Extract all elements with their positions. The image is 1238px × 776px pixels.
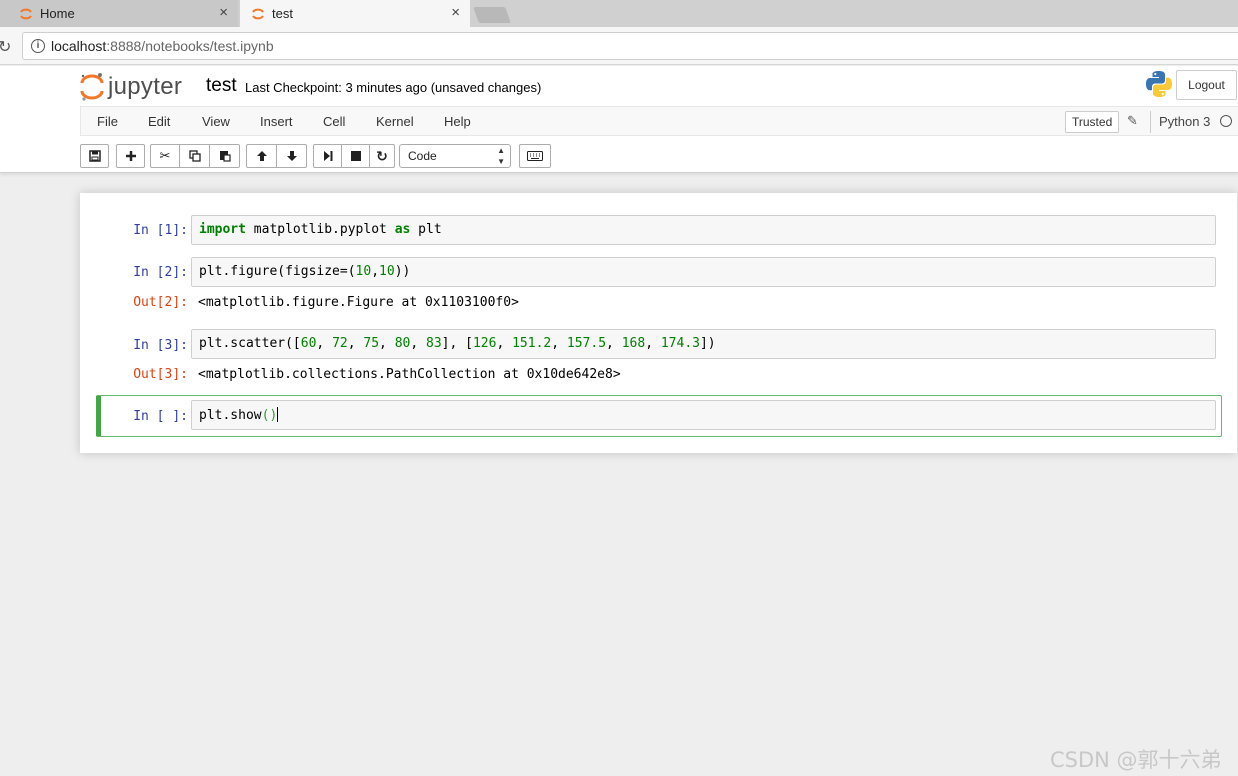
menu-view[interactable]: View [202,114,230,129]
tab-home[interactable]: Home × [0,0,238,27]
stop-icon [350,151,361,161]
cell-1-input-prompt: In [1]: [133,223,188,238]
paste-button[interactable] [209,144,240,168]
notebook-container: In [1]: import matplotlib.pyplot as plt … [80,193,1237,453]
tab-home-label: Home [40,6,75,21]
cell-2-output-prompt: Out[2]: [133,295,188,310]
arrow-down-icon [286,151,297,161]
keyword-as: as [394,222,411,237]
cut-icon: ✂ [159,148,171,163]
jupyter-favicon-icon [20,8,32,19]
number: 126 [472,336,497,351]
tab-home-close-icon[interactable]: × [219,4,228,21]
cell-type-select[interactable]: Code ▲ ▼ [399,144,511,168]
tab-test[interactable]: test × [240,0,470,27]
menu-file[interactable]: File [97,114,118,129]
number: 151.2 [512,336,552,351]
command-palette-button[interactable] [519,144,551,168]
keyboard-icon [527,151,543,161]
step-forward-icon [323,151,332,161]
url-text: localhost:8888/notebooks/test.ipynb [51,38,274,54]
cell-4-input-prompt: In [ ]: [133,409,188,424]
number: 157.5 [566,336,607,351]
address-bar: ↻ i localhost:8888/notebooks/test.ipynb [0,27,1238,65]
number: 83 [426,336,442,351]
save-button[interactable] [80,144,109,168]
url-path: :8888/notebooks/test.ipynb [106,38,274,54]
paren: () [261,408,278,423]
jupyter-logo-icon [80,73,104,101]
cell-2-input-prompt: In [2]: [133,265,188,280]
url-field[interactable]: i localhost:8888/notebooks/test.ipynb [22,32,1238,60]
reload-icon[interactable]: ↻ [0,37,11,57]
kernel-name: Python 3 [1159,114,1211,129]
menu-cell[interactable]: Cell [323,114,345,129]
menu-edit[interactable]: Edit [148,114,170,129]
interrupt-button[interactable] [341,144,370,168]
restart-button[interactable]: ↻ [369,144,395,168]
info-icon[interactable]: i [31,39,45,53]
tab-test-close-icon[interactable]: × [451,4,460,21]
menu-bar: File Edit View Insert Cell Kernel Help T… [80,106,1238,136]
logout-button[interactable]: Logout [1176,70,1237,100]
cell-2-code[interactable]: plt.figure(figsize=(10,10)) [191,257,1216,287]
logo-text: jupyter [108,73,183,100]
cell-3-code[interactable]: plt.scatter([60, 72, 75, 80, 83], [126, … [191,329,1216,359]
number: 75 [363,336,380,351]
cell-type-value: Code [408,149,437,163]
move-down-button[interactable] [276,144,307,168]
number: 60 [300,336,317,351]
trusted-badge[interactable]: Trusted [1065,111,1120,133]
kernel-idle-indicator [1220,115,1232,127]
kernel-divider [1150,111,1151,133]
jupyter-favicon-icon [252,8,264,19]
arrow-up-icon [256,151,267,161]
save-icon [88,150,101,162]
select-caret-icon: ▲ ▼ [497,146,505,166]
cut-button[interactable]: ✂ [150,144,180,168]
cell-2-output: <matplotlib.figure.Figure at 0x1103100f0… [198,295,519,310]
notebook-name[interactable]: test [206,75,237,97]
menu-kernel[interactable]: Kernel [376,114,414,129]
watermark: CSDN @郭十六弟 [1050,748,1222,772]
cell-3-input-prompt: In [3]: [133,338,188,353]
jupyter-header: jupyter test Last Checkpoint: 3 minutes … [0,66,1238,173]
number: 174.3 [660,336,700,351]
run-button[interactable] [313,144,342,168]
cell-1-code[interactable]: import matplotlib.pyplot as plt [191,215,1216,245]
browser-tab-strip: Home × test × [0,0,1238,27]
refresh-icon: ↻ [376,147,388,164]
cell-3-output-prompt: Out[3]: [133,367,188,382]
cell-4-code[interactable]: plt.show() [191,400,1216,430]
number: 72 [332,336,348,351]
pencil-icon[interactable]: ✎ [1127,113,1138,129]
number: 80 [394,336,411,351]
text-cursor [277,407,279,422]
new-tab-button[interactable] [473,7,511,23]
url-host: localhost [51,38,107,54]
paste-icon [219,151,231,162]
copy-button[interactable] [179,144,210,168]
checkpoint-status: Last Checkpoint: 3 minutes ago (unsaved … [245,80,542,95]
keyword-import: import [199,222,246,237]
copy-icon [188,150,201,162]
tab-test-label: test [272,6,293,21]
number: 168 [621,336,646,351]
python-logo-icon [1146,71,1172,97]
jupyter-logo[interactable]: jupyter [80,72,182,102]
menu-help[interactable]: Help [444,114,471,129]
number: 10 [355,264,372,279]
menu-insert[interactable]: Insert [260,114,293,129]
plus-icon [125,151,136,161]
number: 10 [379,264,395,279]
move-up-button[interactable] [246,144,277,168]
insert-cell-button[interactable] [116,144,145,168]
cell-3-output: <matplotlib.collections.PathCollection a… [198,367,621,382]
